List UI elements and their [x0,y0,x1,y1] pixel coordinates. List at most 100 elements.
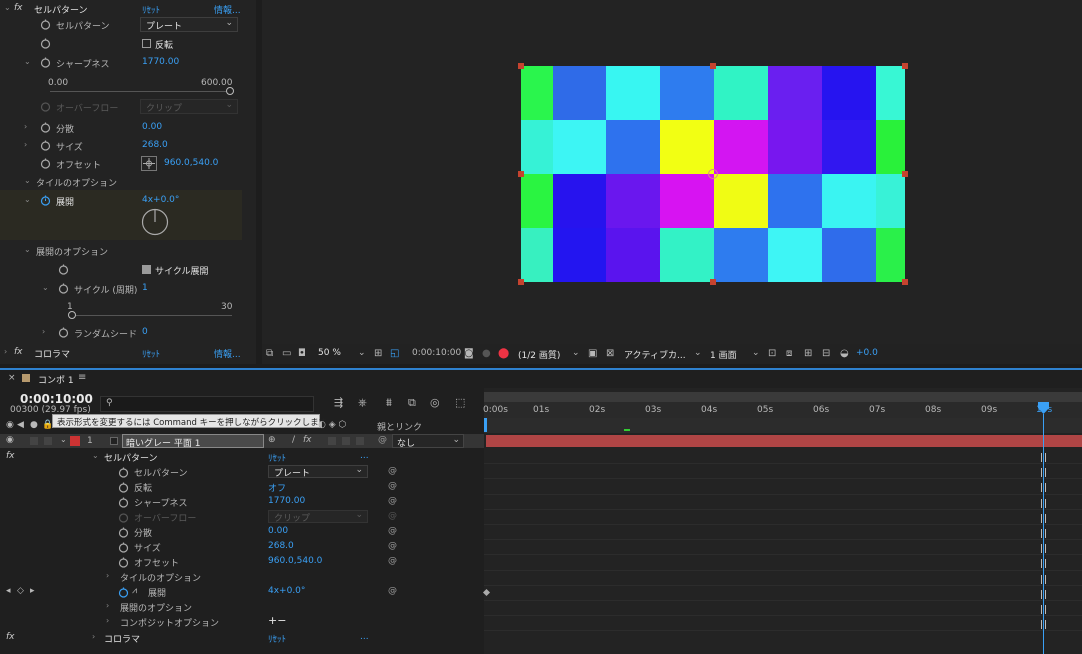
layer-label-color[interactable] [70,436,80,446]
property-track[interactable] [484,571,1082,586]
property-track[interactable] [484,495,1082,510]
shy-layers-icon[interactable]: ⩩ [386,396,392,410]
property-track[interactable] [484,616,1082,632]
info-link[interactable]: 情報... [214,3,241,16]
chevron-down-icon[interactable]: ⌄ [572,348,580,358]
comp-mini-flowchart-icon[interactable]: ⇶ [334,396,343,409]
transform-handle[interactable] [518,171,524,177]
search-input[interactable]: ⚲ [100,396,314,412]
stopwatch-icon[interactable] [118,542,129,553]
stopwatch-icon[interactable] [40,140,51,151]
frame-blending-icon[interactable]: ⧉ [408,396,416,410]
disperse-value[interactable]: 0.00 [142,122,162,132]
anchor-point-icon[interactable] [708,169,718,179]
comp-tab[interactable]: コンポ 1 [38,373,74,386]
audio-icon[interactable]: ◀ [17,420,24,430]
cycle-value[interactable]: 1 [142,283,148,293]
crosshair-icon[interactable] [141,156,157,171]
current-timecode[interactable]: 0:00:10:00 [20,392,93,406]
pattern-dropdown[interactable]: プレート ⌄ [268,465,368,479]
exposure-icon[interactable]: ◒ [840,348,849,359]
graph-editor-icon[interactable]: ⬚ [455,396,465,409]
stopwatch-icon[interactable] [58,327,69,338]
expression-pickwhip-icon[interactable]: @ [388,481,397,491]
expression-pickwhip-icon[interactable]: @ [388,586,397,596]
stopwatch-icon[interactable] [40,57,51,68]
property-track[interactable] [484,479,1082,495]
expand-chevron-icon[interactable]: ⌄ [92,451,99,460]
transform-handle[interactable] [902,279,908,285]
camera-snapshot-icon[interactable]: ◙ [464,348,474,359]
graph-icon[interactable]: ⩘ [132,586,137,596]
chevron-down-icon[interactable]: ⌄ [752,348,760,358]
switch-box[interactable] [342,437,350,445]
playhead-head[interactable] [1038,402,1049,414]
more-link[interactable]: ... [360,451,369,461]
evolution-value[interactable]: 4x+0.0° [142,195,179,205]
cycle-slider-track[interactable] [72,315,232,316]
expression-pickwhip-icon[interactable]: @ [388,496,397,506]
fx-icon[interactable]: fx [6,451,15,461]
property-track[interactable] [484,586,1082,601]
chevron-down-icon[interactable]: ⌄ [358,348,366,358]
eye-icon[interactable]: ◉ [6,435,14,445]
fx-toggle[interactable]: fx [14,3,23,13]
expand-chevron-icon[interactable]: › [106,616,109,625]
expression-pickwhip-icon[interactable]: @ [388,541,397,551]
camera-value[interactable]: アクティブカ... [624,348,686,361]
offset-value[interactable]: 960.0,540.0 [164,158,218,168]
stopwatch-icon[interactable] [118,527,129,538]
stopwatch-icon[interactable] [40,122,51,133]
pickwhip-icon[interactable]: @ [378,435,387,445]
color-channels-icon[interactable]: ⬤ [498,348,509,359]
expand-chevron-icon[interactable]: › [42,327,45,336]
expand-chevron-icon[interactable]: ⌄ [24,245,31,254]
add-keyframe-icon[interactable]: ◇ [17,586,24,596]
composition-viewer[interactable] [262,0,1082,344]
time-ruler[interactable]: 0:00s 01s 02s 03s 04s 05s 06s 07s 08s 09… [483,402,1082,418]
sharpness-value[interactable]: 1770.00 [142,57,179,67]
sharpness-slider-handle[interactable] [226,87,234,95]
expand-chevron-icon[interactable]: › [92,632,95,641]
stopwatch-icon[interactable] [40,38,51,49]
stopwatch-icon[interactable] [40,19,51,30]
stopwatch-active-icon[interactable] [40,195,51,206]
stopwatch-icon[interactable] [58,264,69,275]
sharpness-slider-track[interactable] [50,91,230,92]
reset-link[interactable]: ﾘｾｯﾄ [142,3,160,16]
transform-handle[interactable] [710,63,716,69]
zoom-value[interactable]: 50 % [318,348,341,358]
stopwatch-icon[interactable] [118,482,129,493]
fx-toggle[interactable]: fx [14,347,23,357]
prop-value[interactable]: 1770.00 [268,496,305,506]
region-of-interest-icon[interactable]: ◱ [390,348,399,359]
stopwatch-icon[interactable] [40,158,51,169]
expand-chevron-icon[interactable]: › [4,347,7,356]
prop-value[interactable]: オフ [268,481,286,494]
menu-icon[interactable]: ≡ [78,372,86,383]
next-keyframe-icon[interactable]: ▸ [30,586,35,596]
mask-icon[interactable]: ◘ [298,348,306,359]
expression-pickwhip-icon[interactable]: @ [388,526,397,536]
random-seed-value[interactable]: 0 [142,327,148,337]
layer-name[interactable]: 暗いグレー 平面 1 [122,434,264,449]
fx-switch[interactable]: fx [303,435,312,445]
fast-preview-icon[interactable]: ▣ [588,348,597,359]
expand-chevron-icon[interactable]: ⌄ [24,195,31,204]
prop-value[interactable]: 4x+0.0° [268,586,305,596]
property-track[interactable] [484,464,1082,480]
transform-handle[interactable] [902,171,908,177]
expand-chevron-icon[interactable]: ⌄ [24,57,31,66]
lock-box[interactable] [44,437,52,445]
close-icon[interactable]: × [8,373,16,383]
expand-chevron-icon[interactable]: › [106,601,109,610]
expand-chevron-icon[interactable]: › [106,571,109,580]
views-value[interactable]: 1 画面 [710,348,737,361]
prev-keyframe-icon[interactable]: ◂ [6,586,11,596]
property-track[interactable] [484,510,1082,525]
reset-link[interactable]: ﾘｾｯﾄ [268,451,286,464]
stopwatch-icon[interactable] [118,557,129,568]
switch-box[interactable] [328,437,336,445]
property-track[interactable] [484,525,1082,541]
expand-chevron-icon[interactable]: › [24,140,27,149]
